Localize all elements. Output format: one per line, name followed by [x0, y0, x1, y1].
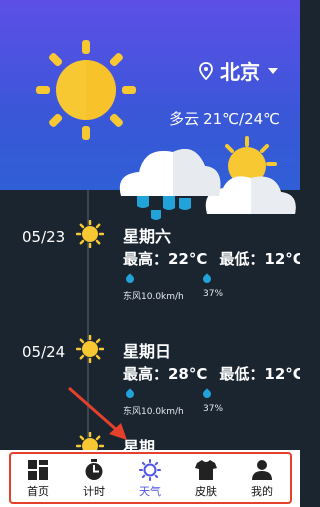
cloud-rain-icon — [119, 136, 296, 220]
temp-high: 最高：22°C — [123, 250, 208, 268]
humidity-text: 37% — [203, 289, 224, 299]
forecast-date: 05/24 — [22, 343, 66, 361]
forecast-weekday: 星期日 — [123, 342, 172, 361]
wind-drop-icon — [124, 273, 136, 285]
dropdown-caret-icon — [268, 67, 278, 74]
temp-low: 最低：12°C — [219, 365, 300, 383]
city-name: 北京 — [220, 60, 260, 84]
wind-text: 东风10.0km/h — [123, 292, 184, 302]
current-condition: 多云 21℃/24℃ — [165, 108, 280, 129]
condition-text: 多云 — [169, 110, 200, 128]
sun-icon — [36, 40, 136, 140]
city-selector[interactable]: 北京 — [198, 56, 278, 85]
sun-icon — [76, 432, 104, 450]
humidity-drop-icon — [201, 273, 213, 285]
forecast-temps: 最高：22°C 最低：12°C — [123, 248, 300, 269]
bottom-tab-bar: 首页 计时 天气 皮肤 我的 — [0, 450, 300, 507]
sun-icon — [76, 220, 104, 248]
sun-icon — [139, 458, 161, 481]
tab-label: 皮肤 — [195, 484, 217, 498]
stopwatch-icon — [85, 458, 103, 480]
forecast-weekday: 星期六 — [123, 227, 172, 246]
location-pin-icon — [199, 61, 213, 80]
forecast-temps: 最高：28°C 最低：12°C — [123, 363, 300, 384]
forecast-weekday: 星期 — [123, 438, 156, 450]
forecast-day: 05/24 星期日 最高：28°C 最低：12°C 东风10.0km/h 37% — [0, 305, 300, 417]
person-icon — [252, 459, 272, 480]
forecast-list: 05/23 星期六 最高：22°C 最低：12°C 东风10.0km/h 37% … — [0, 190, 300, 450]
humidity-drop-icon — [201, 388, 213, 400]
wind-text: 东风10.0km/h — [123, 407, 184, 417]
tab-home[interactable]: 首页 — [13, 459, 63, 499]
wind-drop-icon — [124, 388, 136, 400]
temp-low: 最低：12°C — [219, 250, 300, 268]
shirt-icon — [195, 459, 217, 480]
sun-icon — [76, 335, 104, 363]
forecast-date: 05/23 — [22, 228, 66, 246]
grid-icon — [28, 459, 48, 480]
tab-label: 计时 — [83, 484, 105, 498]
tab-label: 天气 — [139, 484, 161, 498]
tab-skin[interactable]: 皮肤 — [181, 459, 231, 499]
temp-high: 最高：28°C — [123, 365, 208, 383]
tab-label: 首页 — [27, 484, 49, 498]
humidity-text: 37% — [203, 404, 224, 414]
tab-profile[interactable]: 我的 — [237, 459, 287, 499]
partly-cloudy-icon — [205, 136, 296, 214]
temp-range: 21℃/24℃ — [203, 110, 280, 128]
tab-label: 我的 — [251, 484, 273, 498]
tab-weather[interactable]: 天气 — [125, 458, 175, 499]
tab-timer[interactable]: 计时 — [69, 458, 119, 499]
forecast-day: 星期 — [0, 420, 300, 450]
